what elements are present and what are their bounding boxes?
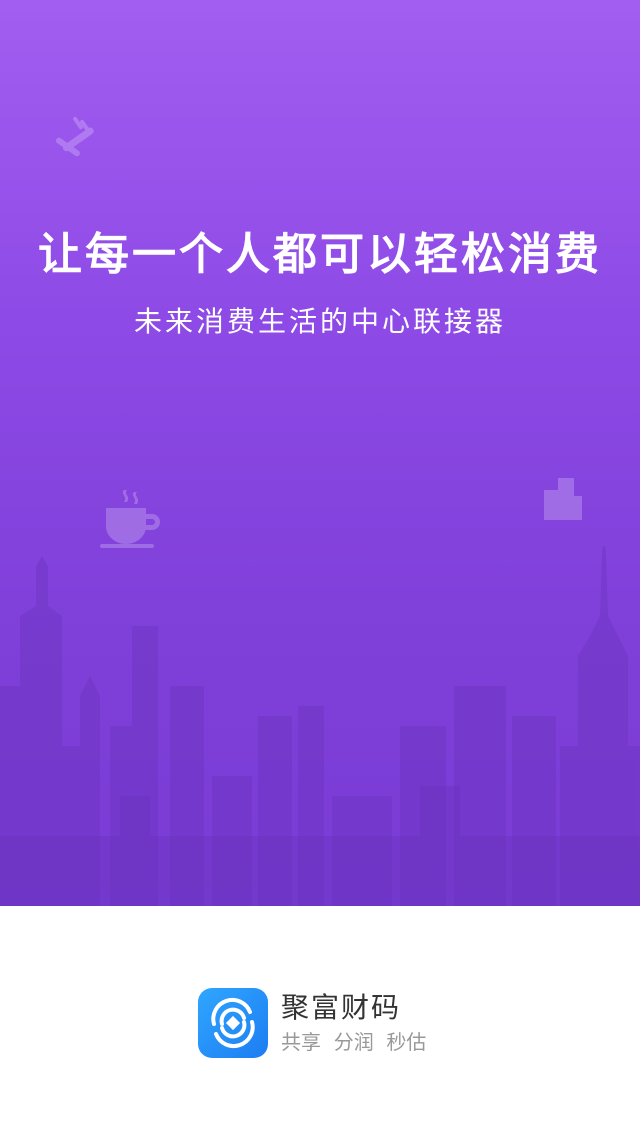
fork-knife-icon [55, 116, 94, 157]
building-icon [544, 478, 582, 520]
app-tagline: 共享 分润 秒估 [281, 1030, 427, 1054]
coffee-cup-icon [100, 490, 160, 548]
app-name: 聚富财码 [281, 991, 402, 1024]
coin-swirl-icon [211, 997, 255, 1049]
brand-text: 聚富财码 共享 分润 秒估 [281, 990, 426, 1056]
headline: 让每一个人都可以轻松消费 [38, 229, 602, 280]
brand-lockup: 聚富财码 共享 分润 秒估 [198, 988, 426, 1058]
splash-banner: 让每一个人都可以轻松消费 未来消费生活的中心联接器 [0, 0, 640, 906]
app-logo [198, 988, 268, 1058]
subline: 未来消费生活的中心联接器 [133, 305, 506, 338]
footer: 聚富财码 共享 分润 秒估 [0, 906, 640, 1136]
city-skyline [0, 546, 640, 906]
